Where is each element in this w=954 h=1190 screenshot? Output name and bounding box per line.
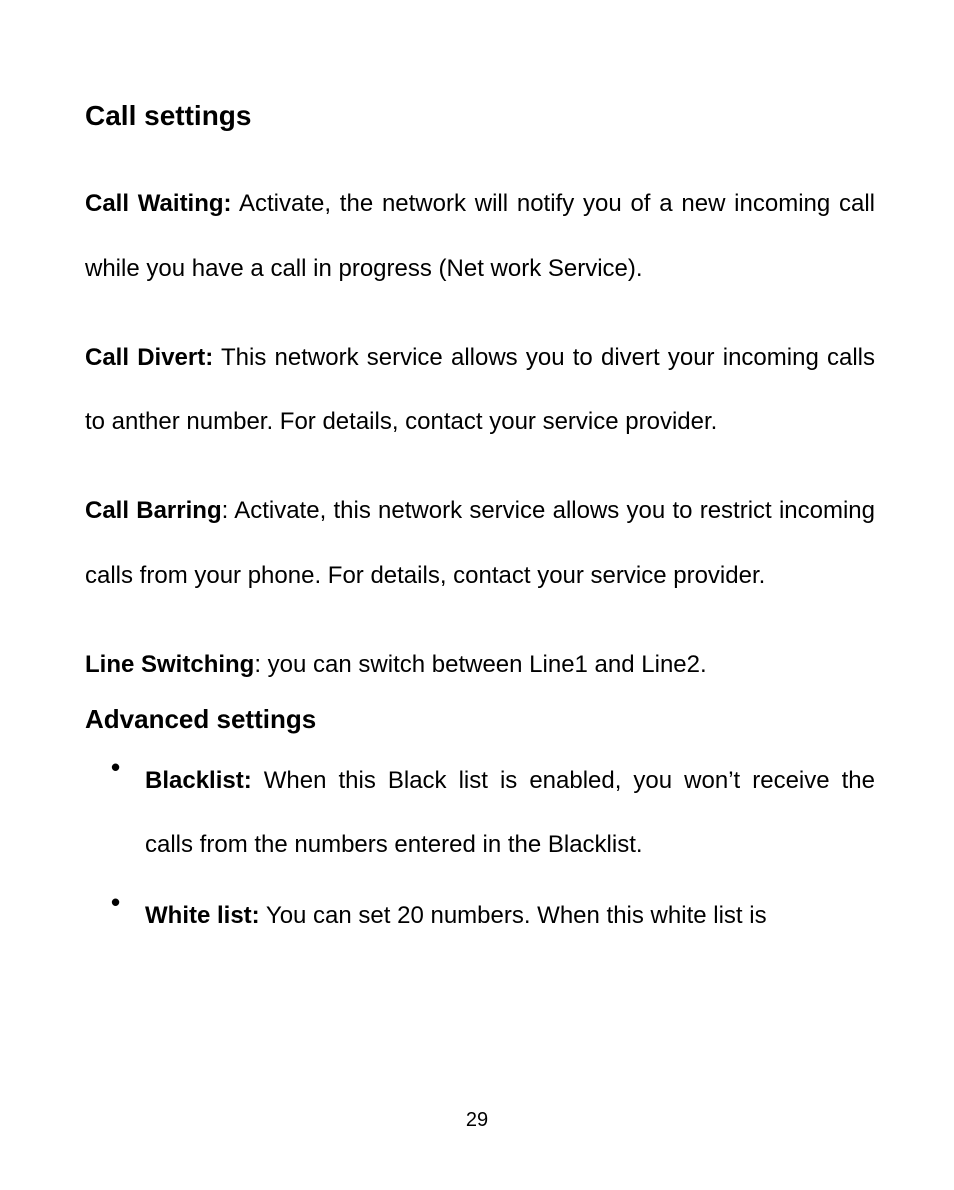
paragraph-call-divert: Call Divert: This network service allows… xyxy=(85,326,875,456)
paragraph-call-waiting: Call Waiting: Activate, the network will… xyxy=(85,172,875,302)
text-whitelist: You can set 20 numbers. When this white … xyxy=(260,902,767,929)
text-blacklist: When this Black list is enabled, you won… xyxy=(145,767,875,859)
label-blacklist: Blacklist: xyxy=(145,767,252,794)
paragraph-line-switching: Line Switching: you can switch between L… xyxy=(85,633,875,698)
label-line-switching: Line Switching xyxy=(85,651,254,678)
label-call-barring: Call Barring xyxy=(85,497,222,524)
label-call-waiting: Call Waiting: xyxy=(85,190,232,217)
page-number: 29 xyxy=(0,1109,954,1132)
list-item-blacklist: Blacklist: When this Black list is enabl… xyxy=(145,749,875,879)
paragraph-call-barring: Call Barring: Activate, this network ser… xyxy=(85,479,875,609)
label-call-divert: Call Divert: xyxy=(85,344,213,371)
text-line-switching: : you can switch between Line1 and Line2… xyxy=(254,651,706,678)
label-whitelist: White list: xyxy=(145,902,260,929)
page-content: Call settings Call Waiting: Activate, th… xyxy=(85,100,875,955)
section-heading-call-settings: Call settings xyxy=(85,100,875,132)
list-item-whitelist: White list: You can set 20 numbers. When… xyxy=(145,884,875,949)
advanced-settings-list: Blacklist: When this Black list is enabl… xyxy=(85,749,875,949)
subheading-advanced-settings: Advanced settings xyxy=(85,704,875,735)
